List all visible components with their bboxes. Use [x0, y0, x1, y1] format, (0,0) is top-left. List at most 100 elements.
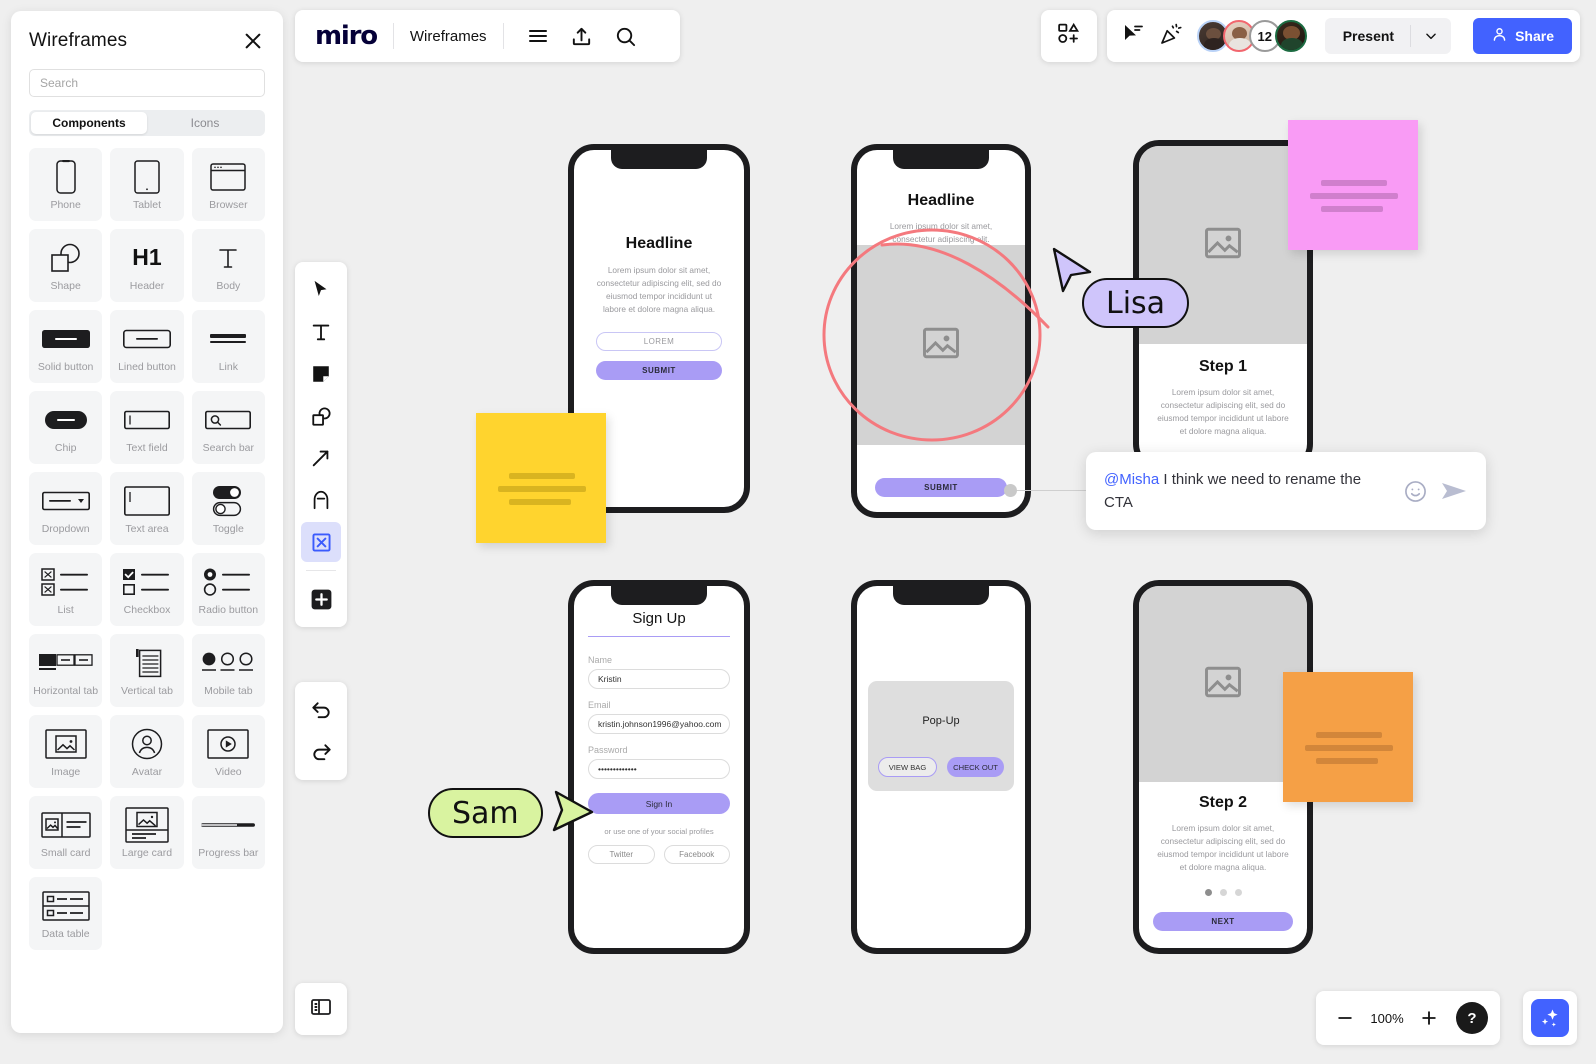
arrow-tool[interactable]	[301, 438, 341, 478]
shape-icon	[50, 239, 82, 277]
zoom-in-button[interactable]	[1412, 1001, 1446, 1035]
comment-popup[interactable]: @Misha I think we need to rename the CTA	[1086, 452, 1486, 530]
zoom-out-button[interactable]	[1328, 1001, 1362, 1035]
twitter-button[interactable]: Twitter	[588, 845, 655, 864]
frame-screen: Step 2 Lorem ipsum dolor sit amet, conse…	[1139, 586, 1307, 948]
component-browser[interactable]: Browser	[192, 148, 265, 221]
pagination-dot[interactable]	[1220, 889, 1227, 896]
board-title[interactable]: Wireframes	[410, 28, 487, 45]
image-icon	[45, 725, 87, 763]
chevron-down-icon[interactable]	[1411, 29, 1451, 43]
component-small-card[interactable]: Small card	[29, 796, 102, 869]
data-table-icon	[42, 887, 90, 925]
frame-sign-up[interactable]: Sign Up Name Kristin Email kristin.johns…	[568, 580, 750, 954]
component-lined-button[interactable]: Lined button	[110, 310, 183, 383]
component-search-bar[interactable]: Search bar	[192, 391, 265, 464]
name-input[interactable]: Kristin	[588, 669, 730, 689]
component-toggle[interactable]: Toggle	[192, 472, 265, 545]
component-image[interactable]: Image	[29, 715, 102, 788]
component-text-field[interactable]: Text field	[110, 391, 183, 464]
component-tablet[interactable]: Tablet	[110, 148, 183, 221]
shapes-tool[interactable]	[301, 396, 341, 436]
email-input[interactable]: kristin.johnson1996@yahoo.com	[588, 714, 730, 734]
sticky-note-tool[interactable]	[301, 354, 341, 394]
component-avatar[interactable]: Avatar	[110, 715, 183, 788]
miro-logo[interactable]: miro	[315, 21, 377, 51]
redo-button[interactable]	[301, 732, 341, 772]
component-label: Browser	[209, 200, 248, 212]
component-chip[interactable]: Chip	[29, 391, 102, 464]
pagination-dot[interactable]	[1235, 889, 1242, 896]
hamburger-menu-icon[interactable]	[524, 22, 552, 50]
sign-in-button[interactable]: Sign In	[588, 793, 730, 814]
cursor-name: Lisa	[1106, 286, 1165, 321]
search-icon[interactable]	[612, 22, 640, 50]
next-button[interactable]: NEXT	[1153, 912, 1293, 931]
apps-grid-icon	[1056, 21, 1081, 51]
select-tool[interactable]	[301, 270, 341, 310]
component-label: Link	[219, 362, 238, 374]
avatar[interactable]	[1275, 20, 1307, 52]
celebration-icon[interactable]	[1159, 22, 1183, 51]
zoom-level[interactable]: 100%	[1366, 1011, 1408, 1026]
component-header[interactable]: H1 Header	[110, 229, 183, 302]
frame-input-field[interactable]: LOREM	[596, 332, 722, 351]
component-horizontal-tab[interactable]: Horizontal tab	[29, 634, 102, 707]
frame-heading-block: Headline Lorem ipsum dolor sit amet, con…	[875, 192, 1007, 246]
send-icon[interactable]	[1440, 479, 1468, 503]
component-shape[interactable]: Shape	[29, 229, 102, 302]
divider	[503, 23, 504, 49]
component-radio-button[interactable]: Radio button	[192, 553, 265, 626]
close-icon[interactable]	[241, 29, 265, 53]
comment-anchor-dot[interactable]	[1004, 484, 1017, 497]
component-progress-bar[interactable]: Progress bar	[192, 796, 265, 869]
component-video[interactable]: Video	[192, 715, 265, 788]
component-text-area[interactable]: Text area	[110, 472, 183, 545]
frame-screen: Headline Lorem ipsum dolor sit amet, con…	[857, 150, 1025, 512]
upload-icon[interactable]	[568, 22, 596, 50]
progress-bar-icon	[201, 806, 255, 844]
component-list[interactable]: List	[29, 553, 102, 626]
cursor-chat-icon[interactable]	[1121, 22, 1145, 51]
view-bag-button[interactable]: VIEW BAG	[878, 757, 937, 777]
undo-button[interactable]	[301, 690, 341, 730]
component-dropdown[interactable]: Dropdown	[29, 472, 102, 545]
smiley-icon[interactable]	[1403, 479, 1428, 504]
component-vertical-tab[interactable]: Vertical tab	[110, 634, 183, 707]
apps-panel-button[interactable]	[1041, 10, 1097, 62]
component-large-card[interactable]: Large card	[110, 796, 183, 869]
component-solid-button[interactable]: Solid button	[29, 310, 102, 383]
share-button[interactable]: Share	[1473, 18, 1572, 54]
facebook-button[interactable]: Facebook	[664, 845, 731, 864]
more-apps-tool[interactable]	[301, 579, 341, 619]
pen-tool[interactable]	[301, 480, 341, 520]
tab-components[interactable]: Components	[31, 112, 147, 134]
present-button[interactable]: Present	[1325, 28, 1410, 44]
frame-pagination-dots[interactable]	[1153, 889, 1293, 896]
frame-headline-image[interactable]: Headline Lorem ipsum dolor sit amet, con…	[851, 144, 1031, 518]
component-link[interactable]: Link	[192, 310, 265, 383]
wireframe-tool[interactable]	[301, 522, 341, 562]
top-left-toolbar: miro Wireframes	[295, 10, 680, 62]
component-checkbox[interactable]: Checkbox	[110, 553, 183, 626]
comment-mention[interactable]: @Misha	[1104, 471, 1159, 488]
sticky-note-pink[interactable]	[1288, 120, 1418, 250]
ai-assistant-button[interactable]	[1523, 991, 1577, 1045]
component-body[interactable]: Body	[192, 229, 265, 302]
frame-pop-up[interactable]: Pop-Up VIEW BAG CHECK OUT	[851, 580, 1031, 954]
search-input[interactable]	[29, 69, 265, 97]
frame-submit-button[interactable]: SUBMIT	[596, 361, 722, 380]
password-input[interactable]: •••••••••••••	[588, 759, 730, 779]
panel-toggle-button[interactable]	[295, 983, 347, 1035]
help-button[interactable]: ?	[1456, 1002, 1488, 1034]
component-phone[interactable]: Phone	[29, 148, 102, 221]
component-mobile-tab[interactable]: Mobile tab	[192, 634, 265, 707]
pagination-dot[interactable]	[1205, 889, 1212, 896]
check-out-button[interactable]: CHECK OUT	[947, 757, 1004, 777]
sticky-note-orange[interactable]	[1283, 672, 1413, 802]
text-tool[interactable]	[301, 312, 341, 352]
sticky-note-yellow[interactable]	[476, 413, 606, 543]
component-data-table[interactable]: Data table	[29, 877, 102, 950]
frame-submit-button[interactable]: SUBMIT	[875, 478, 1007, 497]
tab-icons[interactable]: Icons	[147, 112, 263, 134]
